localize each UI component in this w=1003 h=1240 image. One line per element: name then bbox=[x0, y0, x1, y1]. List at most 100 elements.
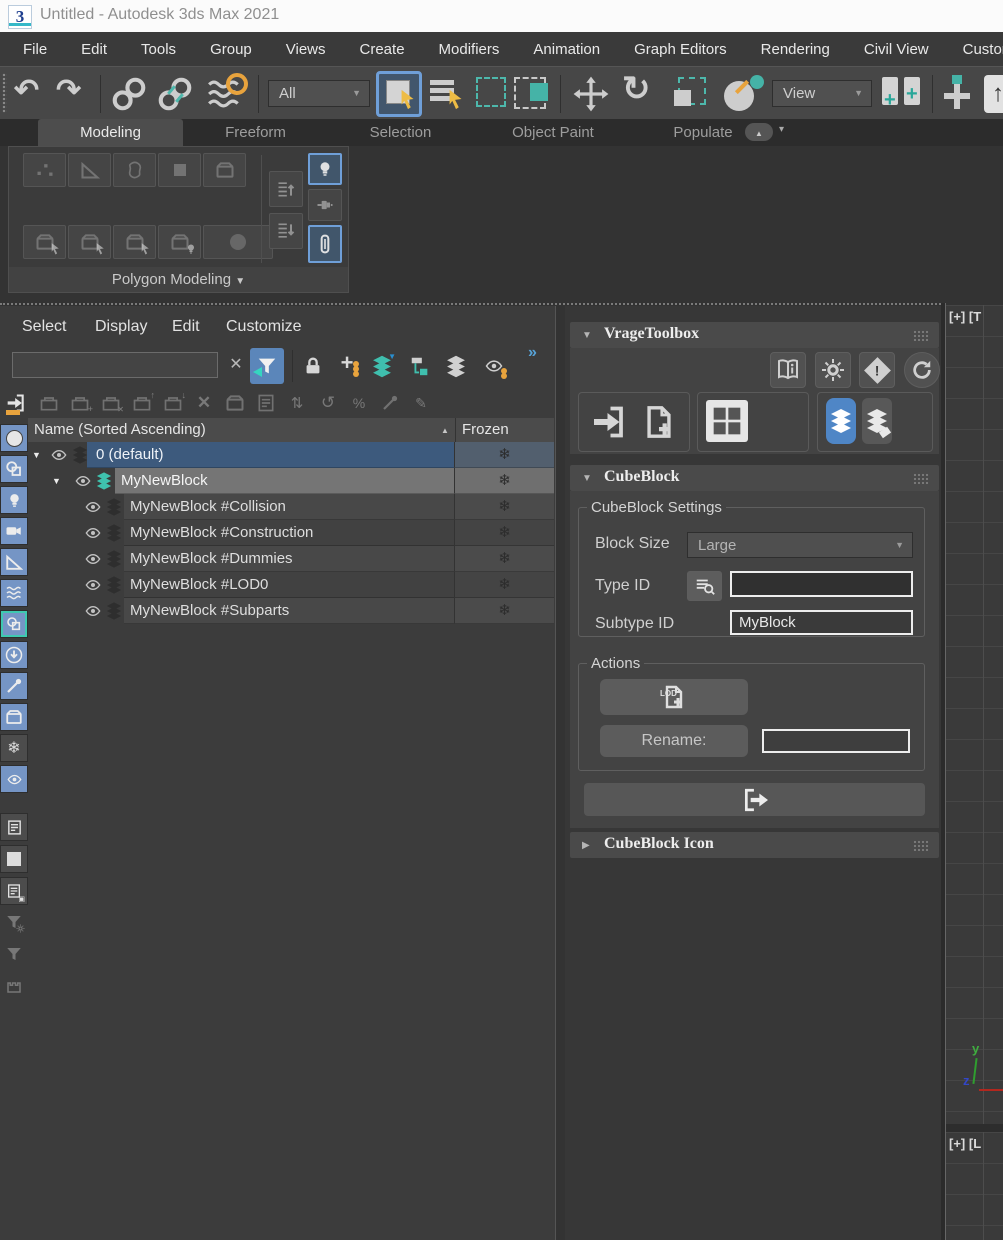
menu-file[interactable]: File bbox=[6, 41, 64, 58]
next-modifier-button[interactable] bbox=[269, 213, 303, 249]
frozen-snowflake-icon[interactable]: ❄ bbox=[454, 546, 554, 572]
subtype-id-input[interactable] bbox=[730, 610, 913, 635]
menu-edit[interactable]: Edit bbox=[64, 41, 124, 58]
polygon-mode-button[interactable] bbox=[158, 153, 201, 187]
visibility-eye-icon[interactable] bbox=[83, 551, 103, 567]
rotate-icon[interactable]: ↻ bbox=[622, 71, 651, 107]
display-lights-icon[interactable] bbox=[0, 486, 28, 514]
overflow-chevron[interactable]: » bbox=[528, 344, 535, 362]
toolbar-drag-handle[interactable] bbox=[2, 73, 7, 113]
layers-eraser-icon[interactable] bbox=[862, 398, 892, 444]
link-icon[interactable] bbox=[110, 75, 148, 113]
edit-poly-button-1[interactable] bbox=[23, 225, 66, 259]
table-row[interactable]: ❄ MyNewBlock #Construction bbox=[28, 520, 554, 546]
circle-tool-button[interactable] bbox=[203, 225, 273, 259]
expand-arrow-icon[interactable]: ▼ bbox=[52, 476, 61, 486]
rollout-grip-icon[interactable] bbox=[913, 473, 929, 484]
lock-icon[interactable] bbox=[300, 352, 326, 380]
table-row[interactable]: ❄ ▼ 0 (default) bbox=[28, 442, 554, 468]
branch-icon[interactable] bbox=[377, 390, 403, 416]
hierarchy-icon[interactable] bbox=[406, 352, 434, 380]
tube-mode-button[interactable] bbox=[308, 225, 342, 263]
warning-diamond-icon[interactable]: ! bbox=[859, 352, 895, 388]
unlink-icon[interactable] bbox=[156, 75, 194, 113]
selection-filter-dropdown[interactable]: All▼ bbox=[268, 80, 370, 107]
move-icon[interactable] bbox=[572, 75, 610, 113]
reload-icon[interactable] bbox=[904, 352, 940, 388]
table-row[interactable]: ❄ MyNewBlock #LOD0 bbox=[28, 572, 554, 598]
display-groups-icon[interactable] bbox=[0, 610, 28, 638]
explorer-menu-display[interactable]: Display bbox=[95, 318, 147, 336]
previous-modifier-button[interactable] bbox=[269, 171, 303, 207]
visibility-eye-icon[interactable] bbox=[83, 499, 103, 515]
loop-icon[interactable]: ↺ bbox=[315, 390, 341, 416]
table-row[interactable]: ❄ MyNewBlock #Dummies bbox=[28, 546, 554, 572]
tab-freeform[interactable]: Freeform bbox=[183, 119, 328, 146]
layers-icon[interactable] bbox=[442, 352, 470, 380]
table-row[interactable]: ❄ MyNewBlock #Collision bbox=[28, 494, 554, 520]
column-frozen[interactable]: Frozen bbox=[462, 418, 509, 442]
pin-stack-button[interactable] bbox=[308, 189, 342, 221]
display-list-icon[interactable] bbox=[0, 813, 28, 841]
display-containers-icon[interactable] bbox=[0, 703, 28, 731]
menu-graph-editors[interactable]: Graph Editors bbox=[617, 41, 744, 58]
visibility-eye-icon[interactable] bbox=[73, 473, 93, 489]
crossing-region-button[interactable] bbox=[514, 77, 546, 109]
menu-animation[interactable]: Animation bbox=[516, 41, 617, 58]
transfer-icon[interactable]: ⇅ bbox=[284, 390, 310, 416]
docs-book-icon[interactable] bbox=[770, 352, 806, 388]
delete-layer-icon[interactable]: ✕ bbox=[98, 390, 124, 416]
frozen-snowflake-icon[interactable]: ❄ bbox=[454, 598, 554, 624]
display-shapes-icon[interactable] bbox=[0, 455, 28, 483]
import-icon[interactable] bbox=[587, 400, 631, 444]
explorer-menu-customize[interactable]: Customize bbox=[226, 318, 302, 336]
table-header[interactable]: Name (Sorted Ascending) ▲ Frozen bbox=[28, 418, 554, 442]
display-bones-icon[interactable] bbox=[0, 672, 28, 700]
display-blank-icon[interactable] bbox=[0, 845, 28, 873]
rollout-grip-icon[interactable] bbox=[913, 330, 929, 341]
new-layer-icon[interactable] bbox=[36, 390, 62, 416]
edge-mode-button[interactable] bbox=[68, 153, 111, 187]
minimize-ribbon-button[interactable]: ▲ bbox=[745, 123, 773, 141]
element-mode-button[interactable] bbox=[203, 153, 246, 187]
viewport-top-label[interactable]: [+] [T bbox=[949, 309, 981, 324]
display-notes-icon[interactable]: ▣ bbox=[0, 877, 28, 905]
menu-group[interactable]: Group bbox=[193, 41, 269, 58]
undo-icon[interactable]: ↶ bbox=[14, 73, 39, 109]
cubeblock-rollout-header[interactable]: ▼ CubeBlock bbox=[570, 465, 939, 491]
settings-gear-icon[interactable] bbox=[815, 352, 851, 388]
menu-rendering[interactable]: Rendering bbox=[744, 41, 847, 58]
viewport-top[interactable]: [+] [T y z bbox=[946, 305, 1003, 1124]
edit-poly-bulb-button[interactable] bbox=[158, 225, 201, 259]
vragetoolbox-rollout-header[interactable]: ▼ VrageToolbox bbox=[570, 322, 939, 348]
explorer-menu-edit[interactable]: Edit bbox=[172, 318, 200, 336]
visibility-eye-icon[interactable] bbox=[83, 577, 103, 593]
menu-tools[interactable]: Tools bbox=[124, 41, 193, 58]
display-helpers-icon[interactable] bbox=[0, 548, 28, 576]
edit-poly-button-3[interactable] bbox=[113, 225, 156, 259]
display-xrefs-icon[interactable] bbox=[0, 641, 28, 669]
frozen-snowflake-icon[interactable]: ❄ bbox=[454, 494, 554, 520]
menu-customize[interactable]: Customize bbox=[946, 41, 1003, 58]
display-geometry-icon[interactable] bbox=[0, 424, 28, 452]
group-icon[interactable] bbox=[222, 390, 248, 416]
table-row[interactable]: ❄ ▼ MyNewBlock bbox=[28, 468, 554, 494]
select-place-icon[interactable] bbox=[722, 75, 764, 115]
frozen-snowflake-icon[interactable]: ❄ bbox=[454, 442, 554, 468]
ribbon-options-arrow-icon[interactable]: ▾ bbox=[779, 124, 784, 135]
viewport-bottom[interactable]: [+] [L bbox=[946, 1132, 1003, 1240]
add-layer-icon[interactable]: + bbox=[334, 352, 360, 380]
block-size-dropdown[interactable]: Large▼ bbox=[687, 532, 913, 558]
search-input[interactable] bbox=[12, 352, 218, 378]
visibility-eye-icon[interactable] bbox=[83, 603, 103, 619]
rename-input[interactable] bbox=[762, 729, 910, 753]
frozen-snowflake-icon[interactable]: ❄ bbox=[454, 520, 554, 546]
eye-stack-icon[interactable] bbox=[480, 352, 508, 380]
display-cameras-icon[interactable] bbox=[0, 517, 28, 545]
tab-object-paint[interactable]: Object Paint bbox=[473, 119, 633, 146]
move-down-layer-icon[interactable]: ↓ bbox=[160, 390, 186, 416]
pick-container-icon[interactable] bbox=[3, 390, 29, 416]
new-file-icon[interactable] bbox=[637, 400, 681, 444]
expand-arrow-icon[interactable]: ▼ bbox=[32, 450, 41, 460]
spinner-snap-icon[interactable]: ↑ bbox=[984, 75, 1003, 113]
